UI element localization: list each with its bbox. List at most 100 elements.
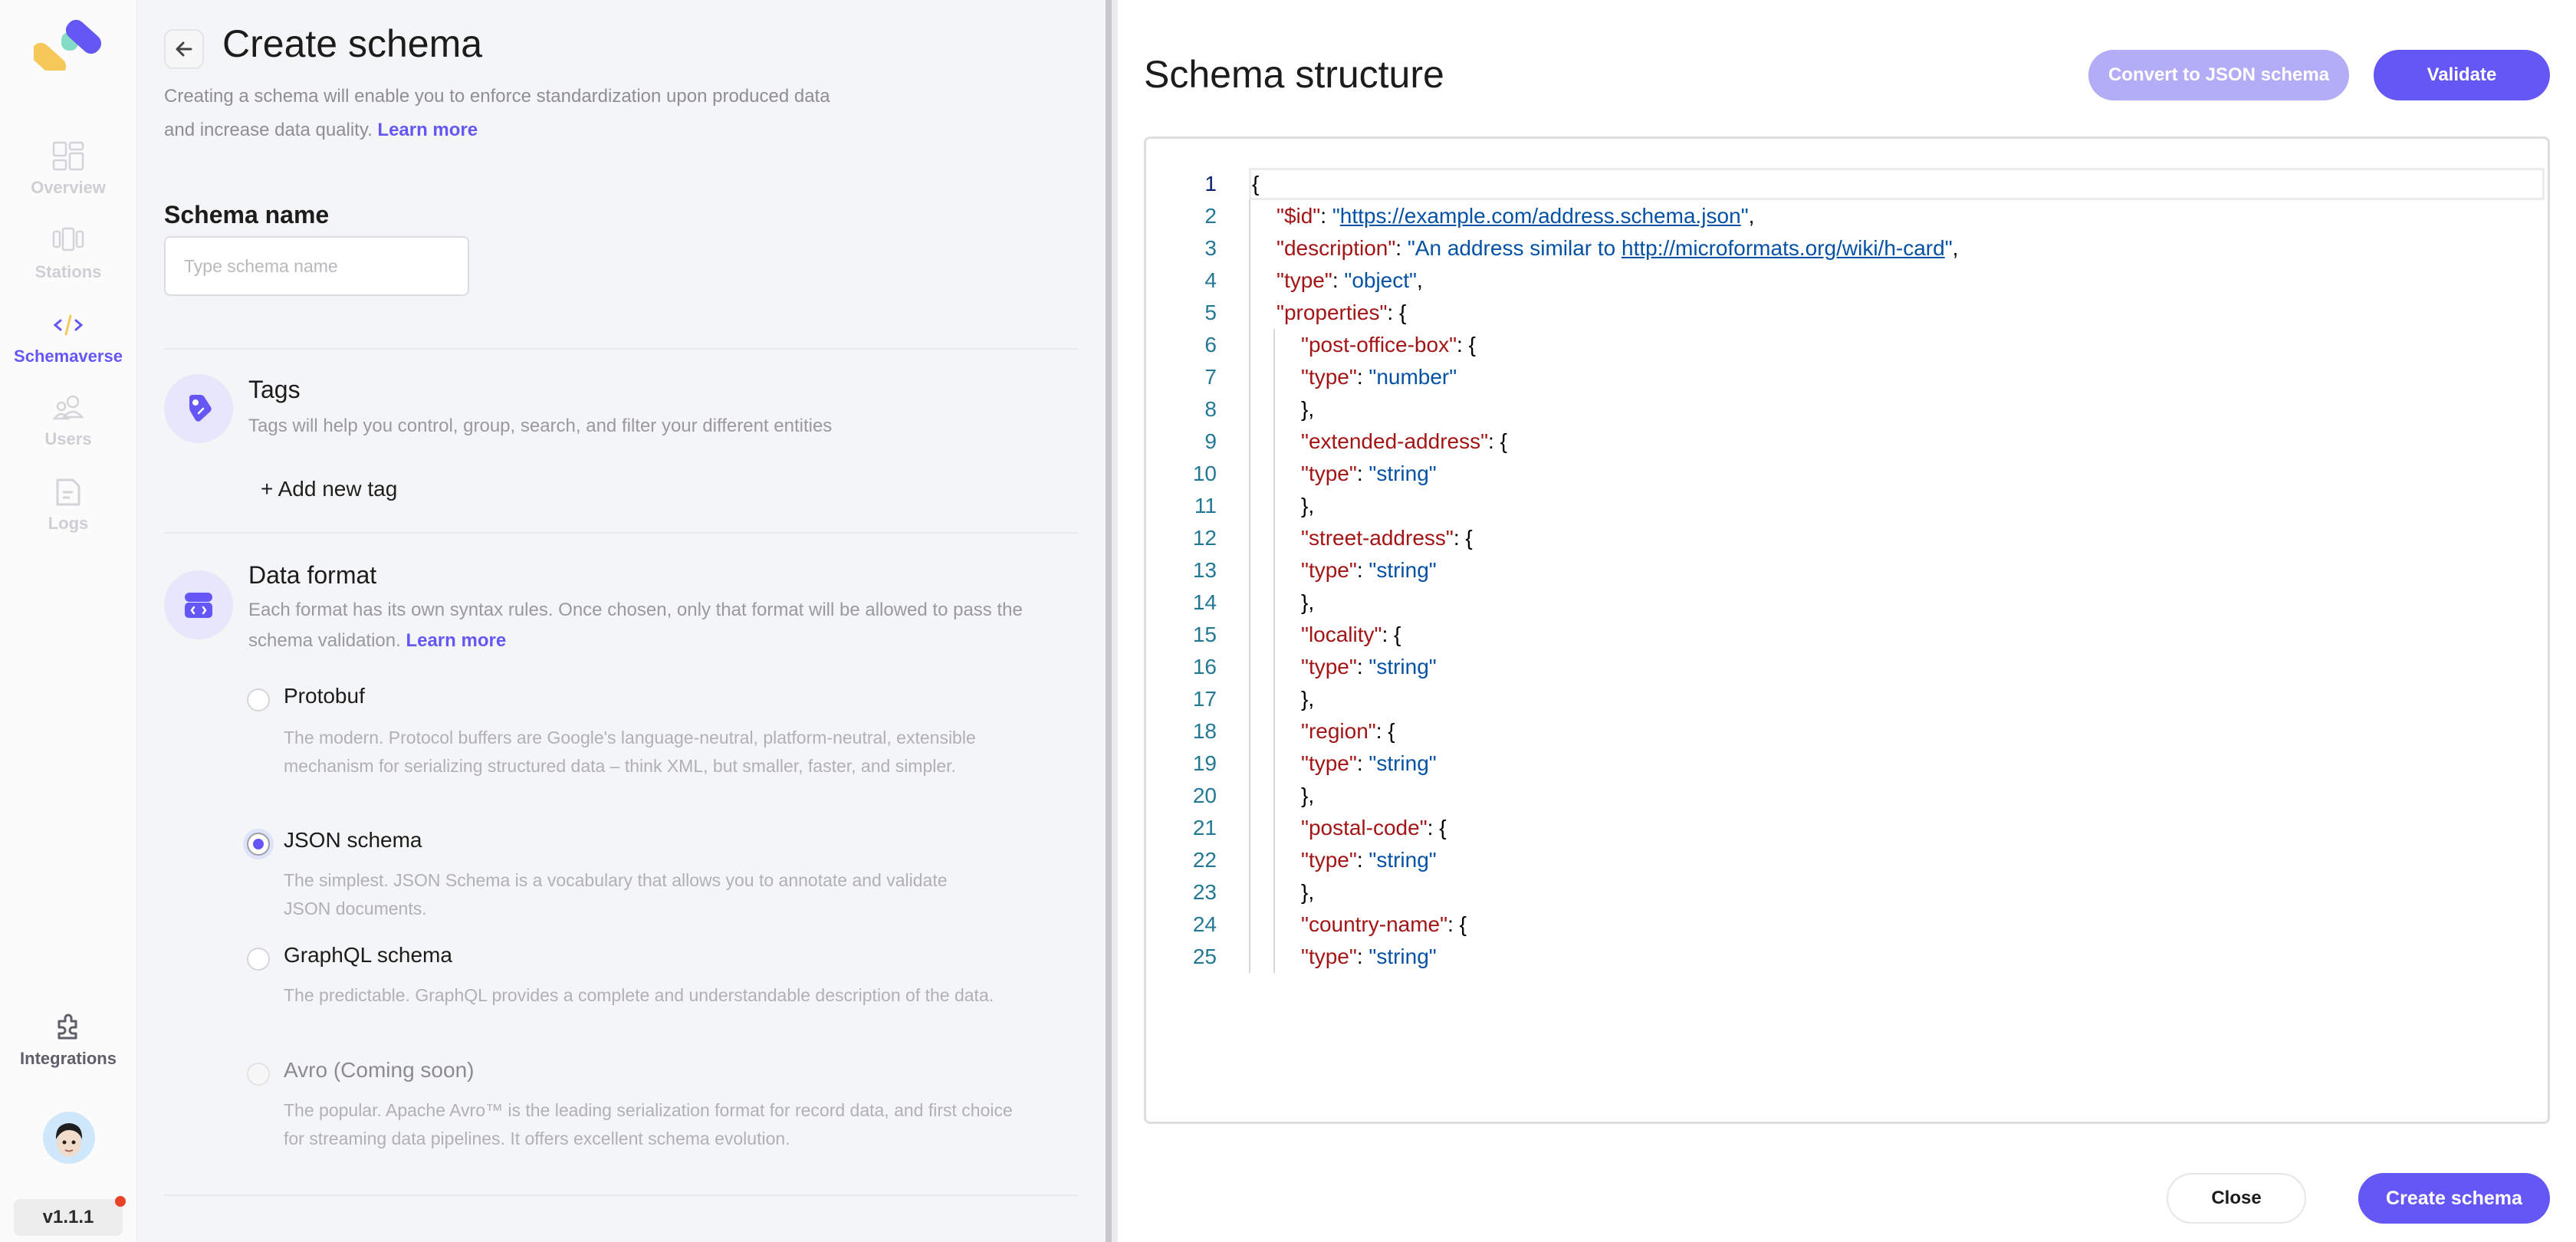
json-url-link[interactable]: https://example.com/address.schema.json	[1340, 204, 1741, 228]
json-key: "postal-code"	[1301, 816, 1428, 840]
line-number: 25	[1192, 945, 1217, 968]
sidebar-item-users[interactable]: Users	[0, 391, 136, 449]
learn-more-link[interactable]: Learn more	[377, 120, 478, 140]
json-punctuation: : {	[1375, 719, 1395, 743]
line-number: 10	[1192, 462, 1217, 485]
code-line[interactable]: 12 "street-address": {	[1146, 522, 2548, 554]
json-key: "type"	[1301, 945, 1357, 968]
code-line[interactable]: 25 "type": "string"	[1146, 941, 2548, 973]
code-line[interactable]: 21 "postal-code": {	[1146, 812, 2548, 844]
code-text: "type": "string"	[1301, 844, 1437, 876]
code-line[interactable]: 16 "type": "string"	[1146, 651, 2548, 683]
code-line[interactable]: 1{	[1146, 168, 2548, 200]
code-line[interactable]: 13 "type": "string"	[1146, 554, 2548, 586]
close-button[interactable]: Close	[2167, 1173, 2306, 1224]
json-schema-radio[interactable]	[247, 833, 270, 856]
option-label: Protobuf	[284, 684, 365, 708]
option-label: GraphQL schema	[284, 943, 452, 967]
back-button[interactable]	[164, 29, 204, 69]
add-new-tag-button[interactable]: + Add new tag	[261, 477, 397, 501]
sidebar-item-integrations[interactable]: Integrations	[0, 1010, 136, 1069]
code-editor[interactable]: 1{2 "$id": "https://example.com/address.s…	[1144, 136, 2550, 1124]
code-line[interactable]: 3 "description": "An address similar to h…	[1146, 232, 2548, 264]
create-schema-button[interactable]: Create schema	[2358, 1173, 2550, 1224]
sidebar-item-overview[interactable]: Overview	[0, 140, 136, 198]
code-line[interactable]: 10 "type": "string"	[1146, 458, 2548, 490]
code-line[interactable]: 14},	[1146, 586, 2548, 619]
code-line[interactable]: 17},	[1146, 683, 2548, 715]
option-description: The popular. Apache Avro™ is the leading…	[284, 1100, 1013, 1148]
json-punctuation: : {	[1488, 429, 1507, 453]
code-line[interactable]: 7 "type": "number"	[1146, 361, 2548, 393]
protobuf-radio[interactable]	[247, 688, 270, 711]
option-description: The simplest. JSON Schema is a vocabular…	[284, 870, 948, 918]
create-schema-form: Create schema Creating a schema will ena…	[136, 0, 1106, 1242]
page-subtitle-text: Creating a schema will enable you to enf…	[164, 86, 830, 140]
code-line[interactable]: 11},	[1146, 490, 2548, 522]
sidebar-item-logs[interactable]: Logs	[0, 475, 136, 534]
json-punctuation: :	[1356, 558, 1369, 582]
code-line[interactable]: 8},	[1146, 393, 2548, 426]
option-label: Avro (Coming soon)	[284, 1058, 475, 1082]
json-punctuation: :	[1356, 751, 1369, 775]
json-string: "An address similar to	[1407, 236, 1622, 260]
validate-button[interactable]: Validate	[2374, 50, 2550, 100]
avro-radio	[247, 1063, 270, 1086]
convert-to-json-schema-button[interactable]: Convert to JSON schema	[2088, 50, 2349, 100]
code-line[interactable]: 18 "region": {	[1146, 715, 2548, 748]
json-string: "string"	[1368, 558, 1437, 582]
code-line[interactable]: 22 "type": "string"	[1146, 844, 2548, 876]
json-punctuation: ,	[1748, 204, 1755, 228]
schema-structure-title: Schema structure	[1144, 53, 1444, 96]
data-format-learn-more-link[interactable]: Learn more	[406, 630, 506, 651]
code-line[interactable]: 24 "country-name": {	[1146, 909, 2548, 941]
sidebar-item-label: Schemaverse	[14, 347, 123, 366]
panel-resize-handle[interactable]	[1106, 0, 1112, 1242]
line-number: 6	[1204, 333, 1217, 356]
code-text: },	[1301, 393, 1314, 426]
json-url-link[interactable]: http://microformats.org/wiki/h-card	[1622, 236, 1945, 260]
json-key: "type"	[1301, 462, 1357, 485]
code-line[interactable]: 4 "type": "object",	[1146, 264, 2548, 297]
avatar[interactable]	[43, 1112, 95, 1164]
code-line[interactable]: 2 "$id": "https://example.com/address.sch…	[1146, 200, 2548, 232]
schema-structure-panel: Schema structure Convert to JSON schema …	[1118, 0, 2576, 1242]
sidebar-item-stations[interactable]: Stations	[0, 224, 136, 282]
memphis-logo[interactable]	[34, 17, 103, 71]
graphql-radio[interactable]	[247, 948, 270, 971]
line-number: 3	[1204, 236, 1217, 260]
data-format-description-text: Each format has its own syntax rules. On…	[248, 600, 1023, 651]
code-text: "type": "string"	[1301, 748, 1437, 780]
code-line[interactable]: 23},	[1146, 876, 2548, 909]
line-number: 9	[1204, 429, 1217, 453]
line-number: 24	[1192, 912, 1217, 936]
sidebar-item-schemaverse[interactable]: Schemaverse	[0, 308, 136, 366]
line-number: 7	[1204, 365, 1217, 389]
code-line[interactable]: 6 "post-office-box": {	[1146, 329, 2548, 361]
code-line[interactable]: 20},	[1146, 780, 2548, 812]
json-punctuation: :	[1356, 655, 1369, 678]
schema-name-label: Schema name	[164, 201, 330, 228]
json-key: "country-name"	[1301, 912, 1448, 936]
line-number: 16	[1192, 655, 1217, 678]
option-description: The modern. Protocol buffers are Google'…	[284, 728, 976, 776]
overview-icon	[52, 141, 84, 171]
code-line[interactable]: 9 "extended-address": {	[1146, 426, 2548, 458]
version-badge[interactable]: v1.1.1	[14, 1199, 123, 1236]
json-key: "type"	[1276, 268, 1332, 292]
schema-name-input[interactable]	[164, 236, 469, 296]
json-string: "string"	[1368, 655, 1437, 678]
json-string: "string"	[1368, 462, 1437, 485]
code-line[interactable]: 15 "locality": {	[1146, 619, 2548, 651]
code-text: "street-address": {	[1301, 522, 1473, 554]
users-icon	[52, 395, 84, 420]
line-number: 13	[1192, 558, 1217, 582]
code-line[interactable]: 5 "properties": {	[1146, 297, 2548, 329]
json-punctuation: :	[1356, 945, 1369, 968]
arrow-left-icon	[176, 41, 192, 57]
code-text: },	[1301, 876, 1314, 909]
code-line[interactable]: 19 "type": "string"	[1146, 748, 2548, 780]
line-number: 15	[1192, 623, 1217, 646]
line-number: 11	[1194, 494, 1217, 518]
json-string: "string"	[1368, 945, 1437, 968]
